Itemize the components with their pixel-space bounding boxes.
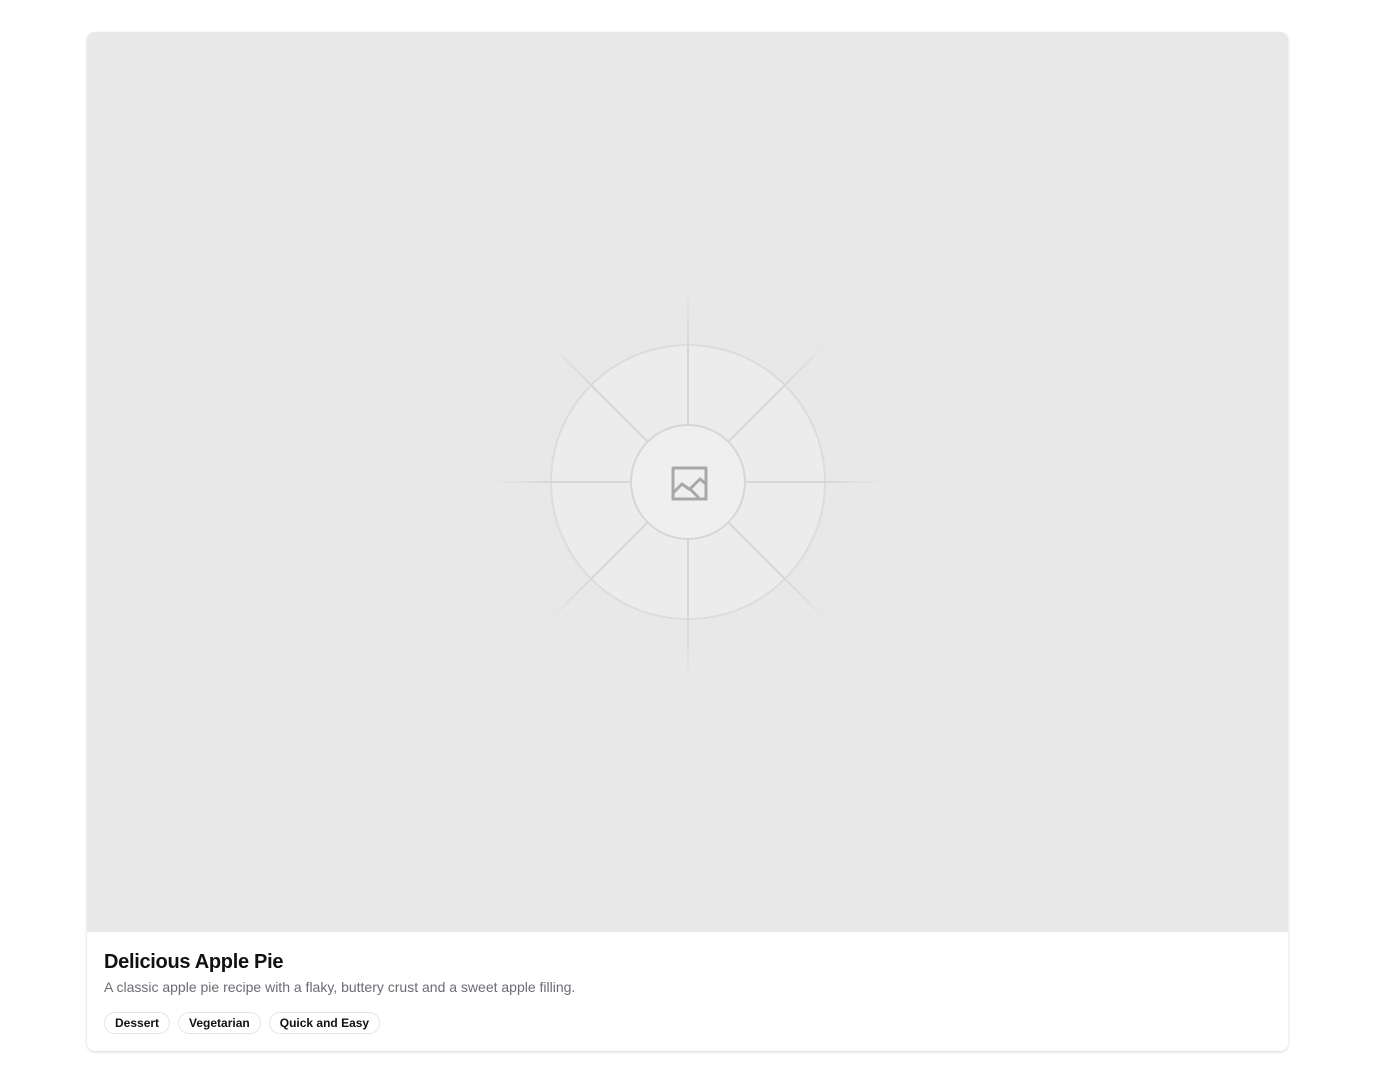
recipe-title[interactable]: Delicious Apple Pie — [104, 951, 283, 974]
tag-vegetarian[interactable]: Vegetarian — [178, 1012, 261, 1034]
tag-list: Dessert Vegetarian Quick and Easy — [104, 1012, 381, 1034]
recipe-description: A classic apple pie recipe with a flaky,… — [104, 979, 576, 995]
card-body: Delicious Apple Pie A classic apple pie … — [87, 932, 1288, 1051]
recipe-card[interactable]: Delicious Apple Pie A classic apple pie … — [87, 32, 1288, 1051]
recipe-image-placeholder — [87, 32, 1288, 932]
tag-quick-and-easy[interactable]: Quick and Easy — [268, 1012, 381, 1034]
tag-dessert[interactable]: Dessert — [104, 1012, 171, 1034]
placeholder-inner-circle — [630, 424, 746, 540]
placeholder-graphic — [488, 282, 888, 682]
